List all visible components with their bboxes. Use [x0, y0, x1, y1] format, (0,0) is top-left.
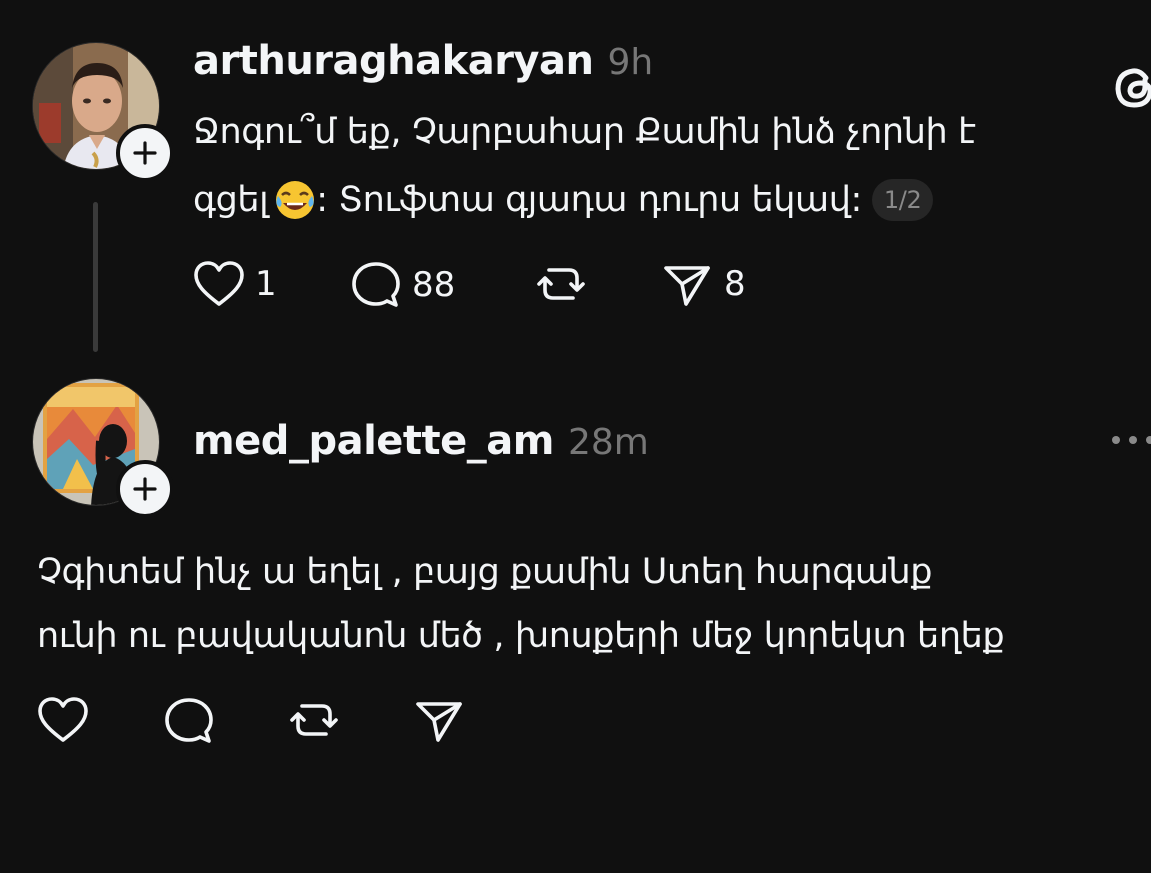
thread-line: [93, 202, 98, 352]
repost-button[interactable]: [535, 260, 587, 308]
like-button[interactable]: 1: [193, 260, 277, 308]
post-text-line-1: Չգիտեմ ինչ ա եղել , բայց քամին Ստեղ հարգ…: [37, 552, 933, 592]
comment-bubble-icon: [350, 260, 402, 310]
post-text-line-1: Ջոգու՞մ եք, Չարբահար Քամին ինձ չորնի է: [193, 112, 976, 152]
post-header: med_palette_am 28m: [193, 418, 649, 464]
post-header: arthuraghakaryan 9h: [193, 38, 653, 84]
repost-button[interactable]: [288, 696, 340, 744]
send-icon: [662, 260, 714, 308]
post-arthuraghakaryan: arthuraghakaryan 9h Ջոգու՞մ եք, Չարբահար…: [0, 0, 1151, 360]
plus-icon: [133, 141, 157, 165]
comment-bubble-icon: [163, 696, 215, 746]
page-indicator-badge[interactable]: 1/2: [871, 179, 934, 221]
plus-icon: [133, 477, 157, 501]
post-text-part: գցել: [193, 180, 269, 220]
share-count: 8: [724, 264, 746, 304]
reply-button[interactable]: 88: [350, 260, 455, 310]
like-button[interactable]: [37, 696, 89, 744]
send-icon: [414, 696, 466, 744]
post-med-palette-am: med_palette_am 28m Չգիտեմ ինչ ա եղել , բ…: [0, 360, 1151, 873]
username[interactable]: arthuraghakaryan: [193, 38, 594, 84]
share-button[interactable]: 8: [662, 260, 746, 308]
post-text-part: : Տուֆտա գյադա դուրս եկավ:: [316, 180, 862, 220]
follow-button[interactable]: [116, 124, 174, 182]
share-button[interactable]: [414, 696, 466, 744]
timestamp[interactable]: 9h: [607, 42, 653, 83]
threads-logo-icon[interactable]: [1112, 62, 1151, 116]
repost-icon: [288, 696, 340, 744]
reply-count: 88: [412, 265, 456, 305]
follow-button[interactable]: [116, 460, 174, 518]
heart-icon: [193, 260, 245, 308]
repost-icon: [535, 260, 587, 308]
like-count: 1: [255, 264, 277, 304]
post-text-line-2: գցել : Տուֆտա գյադա դուրս եկավ: 1/2: [193, 178, 934, 222]
timestamp[interactable]: 28m: [568, 422, 649, 463]
heart-icon: [37, 696, 89, 744]
reply-button[interactable]: [163, 696, 215, 746]
more-horizontal-icon[interactable]: [1112, 436, 1151, 444]
tears-of-joy-emoji-icon: [274, 179, 316, 221]
post-text-line-2: ունի ու բավականոն մեծ , խոսքերի մեջ կորե…: [37, 616, 1005, 656]
username[interactable]: med_palette_am: [193, 418, 554, 464]
